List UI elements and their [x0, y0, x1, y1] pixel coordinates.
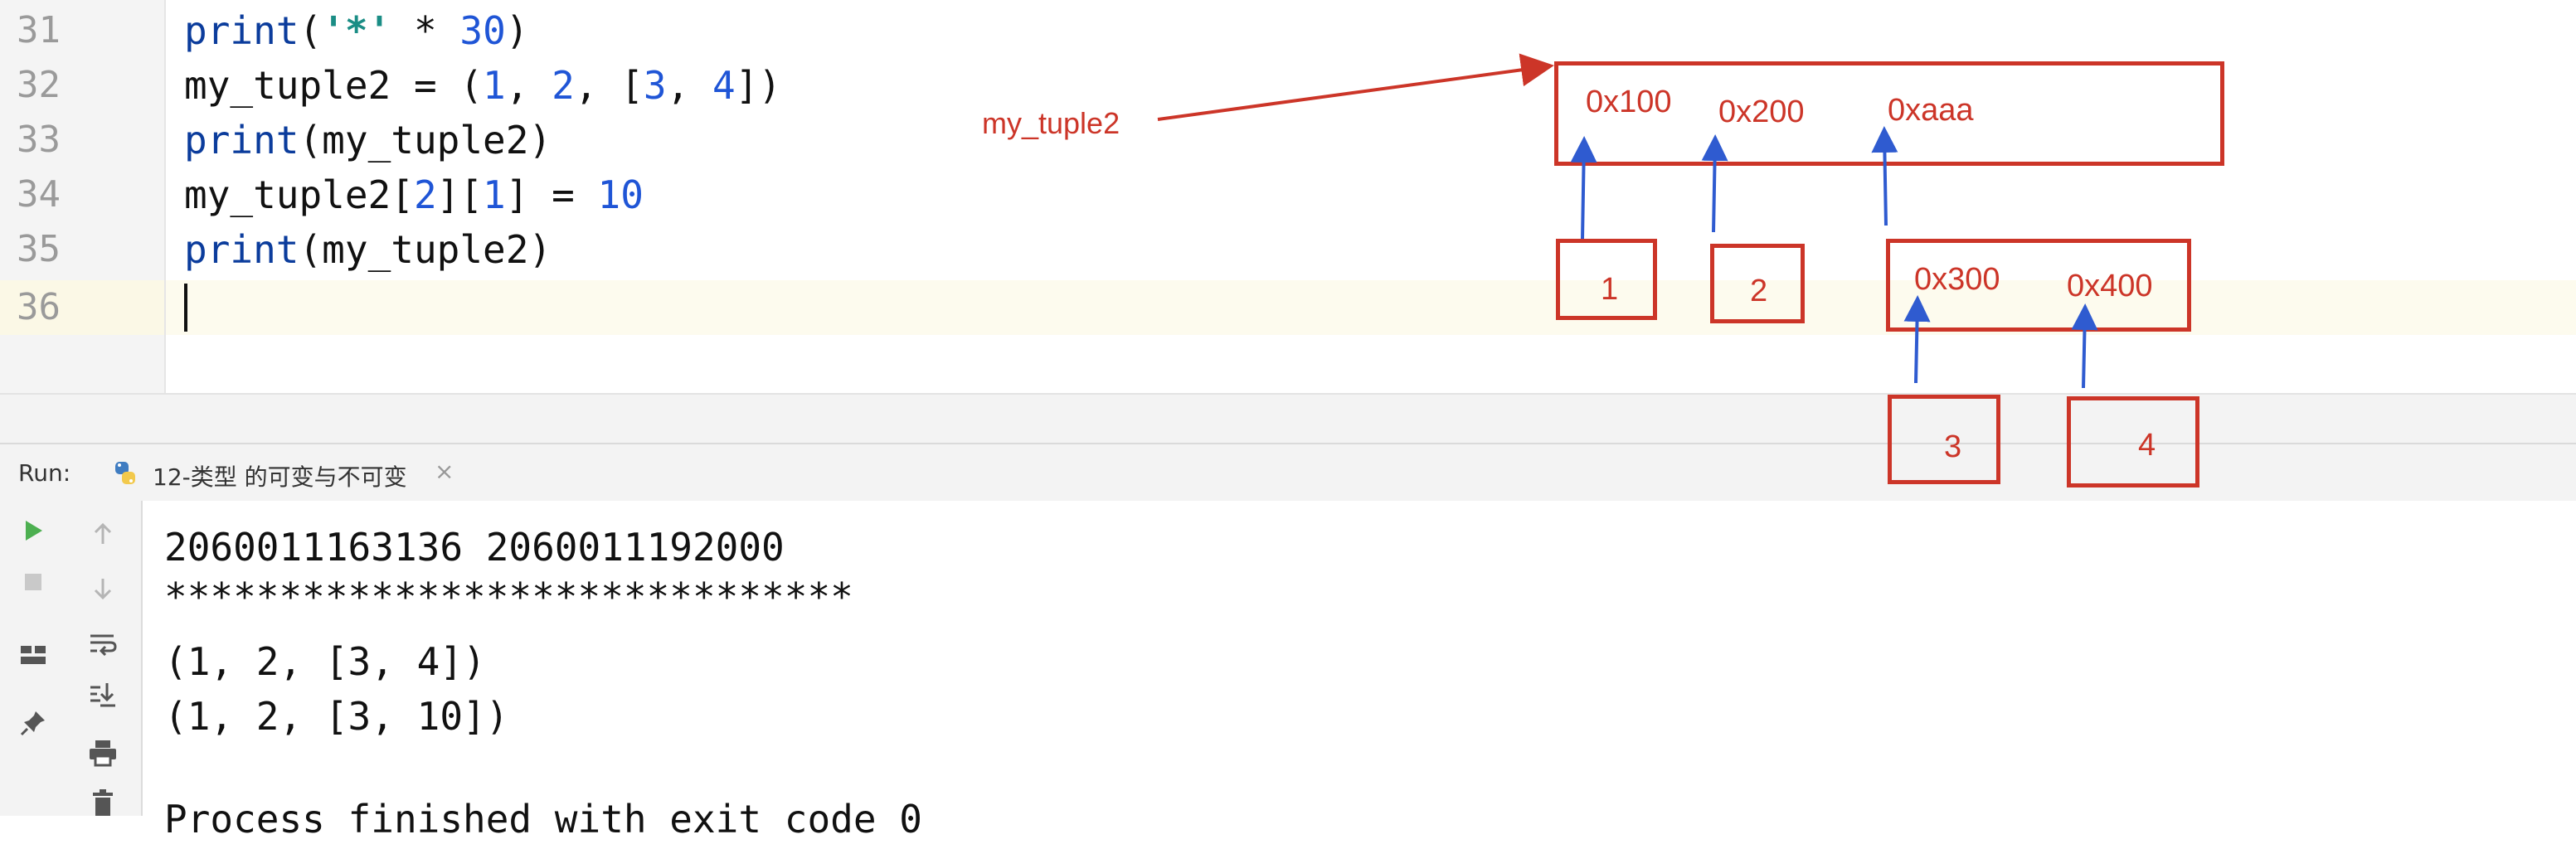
code-line[interactable]: print(my_tuple2)	[184, 113, 552, 167]
console-output[interactable]: 2060011163136 2060011192000 ************…	[143, 501, 2576, 842]
value-label: 3	[1944, 429, 1962, 464]
code-editor[interactable]: 31 32 33 34 35 36 print('*' * 30) my_tup…	[0, 0, 2576, 393]
tuple-address: 0xaaa	[1888, 93, 1974, 128]
console-line: (1, 2, [3, 10])	[164, 694, 509, 739]
python-icon	[115, 462, 135, 484]
close-icon[interactable]: ×	[435, 458, 454, 485]
line-number: 36	[17, 286, 61, 328]
value-label: 2	[1750, 274, 1768, 308]
code-line[interactable]: print('*' * 30)	[184, 3, 528, 58]
console-line: ******************************	[164, 575, 853, 619]
run-toolbar	[0, 501, 68, 816]
value-box	[2067, 396, 2199, 487]
line-number: 33	[17, 119, 61, 161]
value-label: 4	[2138, 428, 2156, 463]
run-icon[interactable]	[15, 512, 51, 549]
list-address: 0x400	[2067, 269, 2153, 303]
stop-icon[interactable]	[15, 564, 51, 600]
tuple-address: 0x200	[1718, 95, 1805, 129]
code-line[interactable]: print(my_tuple2)	[184, 222, 552, 277]
variable-label: my_tuple2	[982, 106, 1120, 140]
run-tab-title: 12-类型 的可变与不可变	[153, 463, 407, 491]
pin-icon[interactable]	[15, 705, 51, 741]
layout-icon[interactable]	[15, 637, 51, 673]
down-arrow-icon[interactable]	[85, 570, 121, 607]
up-arrow-icon[interactable]	[85, 516, 121, 552]
line-number: 34	[17, 173, 61, 216]
run-label: Run:	[18, 459, 71, 487]
console-toolbar	[66, 501, 143, 816]
run-config-tab[interactable]: 12-类型 的可变与不可变 ×	[86, 446, 473, 505]
code-line[interactable]: my_tuple2[2][1] = 10	[184, 167, 644, 222]
line-number: 32	[17, 64, 61, 106]
trash-icon[interactable]	[85, 784, 121, 821]
console-line: 2060011163136 2060011192000	[164, 525, 785, 570]
console-line: Process finished with exit code 0	[164, 797, 922, 842]
line-number: 31	[17, 9, 61, 51]
code-line[interactable]: my_tuple2 = (1, 2, [3, 4])	[184, 58, 781, 113]
value-label: 1	[1601, 272, 1619, 307]
tuple-address: 0x100	[1586, 85, 1672, 119]
text-caret	[184, 284, 187, 332]
print-icon[interactable]	[85, 735, 121, 771]
line-number: 35	[17, 228, 61, 270]
list-address: 0x300	[1914, 262, 2000, 297]
scroll-to-end-icon[interactable]	[85, 677, 121, 713]
soft-wrap-icon[interactable]	[85, 625, 121, 662]
console-line: (1, 2, [3, 4])	[164, 639, 486, 684]
